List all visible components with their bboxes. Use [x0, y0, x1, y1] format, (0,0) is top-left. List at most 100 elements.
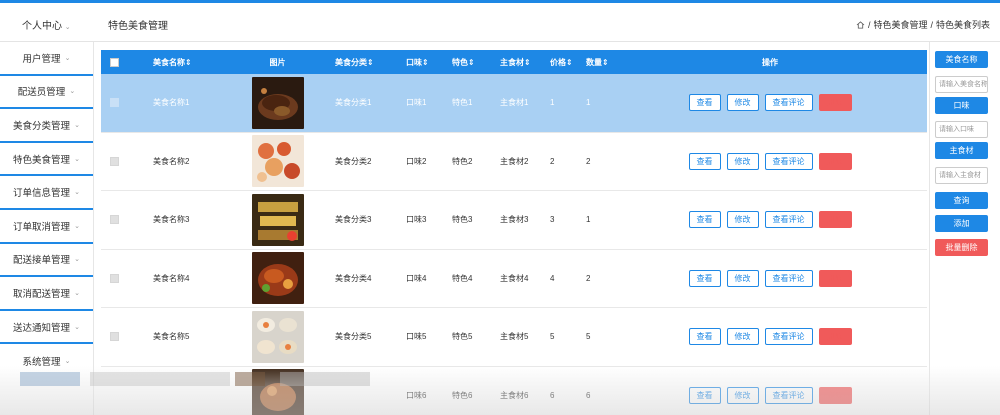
- table-row[interactable]: 美食名称2 美食分类2 口味2 特色2 主食材2 2 2 查看 修改 查看评论 …: [101, 132, 927, 191]
- sidebar-item-label: 订单信息管理: [13, 188, 71, 200]
- edit-button[interactable]: 修改: [726, 211, 759, 229]
- sidebar-item-label: 系统管理: [22, 357, 61, 369]
- table-row[interactable]: 美食名称5 美食分类5 口味5 特色5 主食材5 5 5 查看 修改 查看评论 …: [101, 308, 927, 367]
- food-name-input[interactable]: [935, 76, 988, 93]
- sort-icon: ⇕: [524, 57, 531, 67]
- chevron-down-icon: ⌄: [64, 24, 71, 31]
- header-taste[interactable]: 口味 ⇕: [398, 57, 444, 68]
- row-checkbox[interactable]: [109, 332, 119, 342]
- cell-feature: 特色3: [452, 215, 473, 225]
- sidebar-item-label: 配送接单管理: [13, 255, 71, 267]
- cell-feature: 特色4: [452, 273, 473, 283]
- cell-ops: 查看 修改 查看评论 删除: [620, 386, 920, 404]
- sidebar-item-delivery-cancel[interactable]: 取消配送管理 ⌄: [0, 277, 93, 311]
- sidebar-item-food-categories[interactable]: 美食分类管理 ⌄: [0, 109, 93, 143]
- header-price[interactable]: 价格 ⇕: [544, 57, 580, 68]
- sidebar-item-special-food[interactable]: 特色美食管理 ⌄: [0, 143, 93, 177]
- chevron-down-icon: ⌄: [69, 88, 76, 96]
- cell-category: 美食分类3: [335, 215, 372, 225]
- view-button[interactable]: 查看: [688, 269, 721, 287]
- user-center-menu[interactable]: 个人中心 ⌄: [22, 17, 71, 32]
- cell-taste: 口味1: [406, 98, 427, 108]
- edit-button[interactable]: 修改: [726, 94, 759, 112]
- view-button[interactable]: 查看: [688, 152, 721, 170]
- header-category[interactable]: 美食分类 ⇕: [325, 57, 398, 68]
- delete-button[interactable]: 删除: [818, 211, 852, 229]
- cell-qty: 6: [586, 390, 591, 400]
- row-checkbox[interactable]: [109, 215, 119, 225]
- header-main-ingredient[interactable]: 主食材 ⇕: [492, 57, 544, 68]
- cell-main-ingredient: 主食材3: [500, 215, 529, 225]
- header-qty[interactable]: 数量 ⇕: [580, 57, 620, 68]
- sidebar-item-couriers[interactable]: 配送员管理 ⌄: [0, 76, 93, 110]
- sidebar-item-users[interactable]: 用户管理 ⌄: [0, 42, 93, 76]
- cell-feature: 特色5: [452, 332, 473, 342]
- sidebar-item-order-cancel[interactable]: 订单取消管理 ⌄: [0, 210, 93, 244]
- cell-main-ingredient: 主食材5: [500, 332, 529, 342]
- row-checkbox[interactable]: [109, 156, 119, 166]
- cell-image: [230, 193, 325, 246]
- query-button[interactable]: 查询: [935, 192, 988, 209]
- view-button[interactable]: 查看: [688, 386, 721, 404]
- edit-button[interactable]: 修改: [726, 386, 759, 404]
- header-name[interactable]: 美食名称 ⇕: [127, 57, 230, 68]
- view-comments-button[interactable]: 查看评论: [764, 152, 813, 170]
- view-comments-button[interactable]: 查看评论: [764, 94, 813, 112]
- sidebar-item-label: 配送员管理: [17, 87, 66, 99]
- view-button[interactable]: 查看: [688, 94, 721, 112]
- cell-ops: 查看 修改 查看评论 删除: [620, 269, 920, 287]
- cell-price: 3: [550, 215, 555, 225]
- view-button[interactable]: 查看: [688, 211, 721, 229]
- table-row[interactable]: 美食名称3 美食分类3 口味3 特色3 主食材3 3 1 查看 修改 查看评论 …: [101, 191, 927, 250]
- edit-button[interactable]: 修改: [726, 269, 759, 287]
- delete-button[interactable]: 删除: [818, 386, 852, 404]
- row-checkbox[interactable]: [109, 273, 119, 283]
- row-checkbox[interactable]: [109, 98, 119, 108]
- food-image[interactable]: [251, 76, 304, 129]
- delete-button[interactable]: 删除: [818, 94, 852, 112]
- food-image[interactable]: [251, 252, 304, 305]
- cell-qty: 2: [586, 273, 591, 283]
- view-comments-button[interactable]: 查看评论: [764, 211, 813, 229]
- food-image[interactable]: [251, 135, 304, 188]
- cell-main-ingredient: 主食材4: [500, 273, 529, 283]
- food-image[interactable]: [251, 310, 304, 363]
- view-comments-button[interactable]: 查看评论: [764, 269, 813, 287]
- pixelated-region: [235, 372, 265, 386]
- page-title: 特色美食管理: [108, 21, 168, 32]
- sidebar-item-label: 送达通知管理: [13, 322, 71, 334]
- breadcrumb-separator: /: [867, 19, 871, 30]
- breadcrumb-item[interactable]: 特色美食管理: [873, 18, 927, 31]
- add-button[interactable]: 添加: [935, 215, 988, 232]
- chevron-down-icon: ⌄: [74, 189, 80, 197]
- edit-button[interactable]: 修改: [726, 152, 759, 170]
- cell-image: [230, 252, 325, 305]
- delete-button[interactable]: 删除: [818, 328, 852, 346]
- main-ingredient-input[interactable]: [935, 167, 988, 184]
- cell-main-ingredient: 主食材1: [500, 98, 529, 108]
- sidebar-item-orders[interactable]: 订单信息管理 ⌄: [0, 176, 93, 210]
- cell-taste: 口味3: [406, 215, 427, 225]
- batch-delete-button[interactable]: 批量删除: [935, 239, 988, 256]
- sort-icon: ⇕: [185, 57, 192, 67]
- view-button[interactable]: 查看: [688, 328, 721, 346]
- sort-icon: ⇕: [468, 57, 475, 67]
- cell-category: 美食分类2: [335, 156, 372, 166]
- food-image[interactable]: [251, 193, 304, 246]
- sidebar-item-label: 美食分类管理: [13, 120, 71, 132]
- edit-button[interactable]: 修改: [726, 328, 759, 346]
- table-row[interactable]: 美食名称4 美食分类4 口味4 特色4 主食材4 4 2 查看 修改 查看评论 …: [101, 249, 927, 308]
- view-comments-button[interactable]: 查看评论: [764, 386, 813, 404]
- table-row[interactable]: 美食名称1 美食分类1 口味1 特色1 主食材1 1 1 查看 修改 查看评论 …: [101, 74, 927, 133]
- view-comments-button[interactable]: 查看评论: [764, 328, 813, 346]
- delete-button[interactable]: 删除: [818, 152, 852, 170]
- sidebar-item-delivery-accept[interactable]: 配送接单管理 ⌄: [0, 244, 93, 278]
- home-icon[interactable]: [856, 20, 865, 29]
- select-all-checkbox[interactable]: [109, 57, 119, 67]
- taste-input[interactable]: [935, 121, 988, 138]
- sidebar-item-delivered-notice[interactable]: 送达通知管理 ⌄: [0, 311, 93, 345]
- cell-name: 美食名称4: [153, 273, 190, 283]
- header-feature[interactable]: 特色 ⇕: [444, 57, 492, 68]
- header-label: 美食分类: [335, 57, 367, 67]
- delete-button[interactable]: 删除: [818, 269, 852, 287]
